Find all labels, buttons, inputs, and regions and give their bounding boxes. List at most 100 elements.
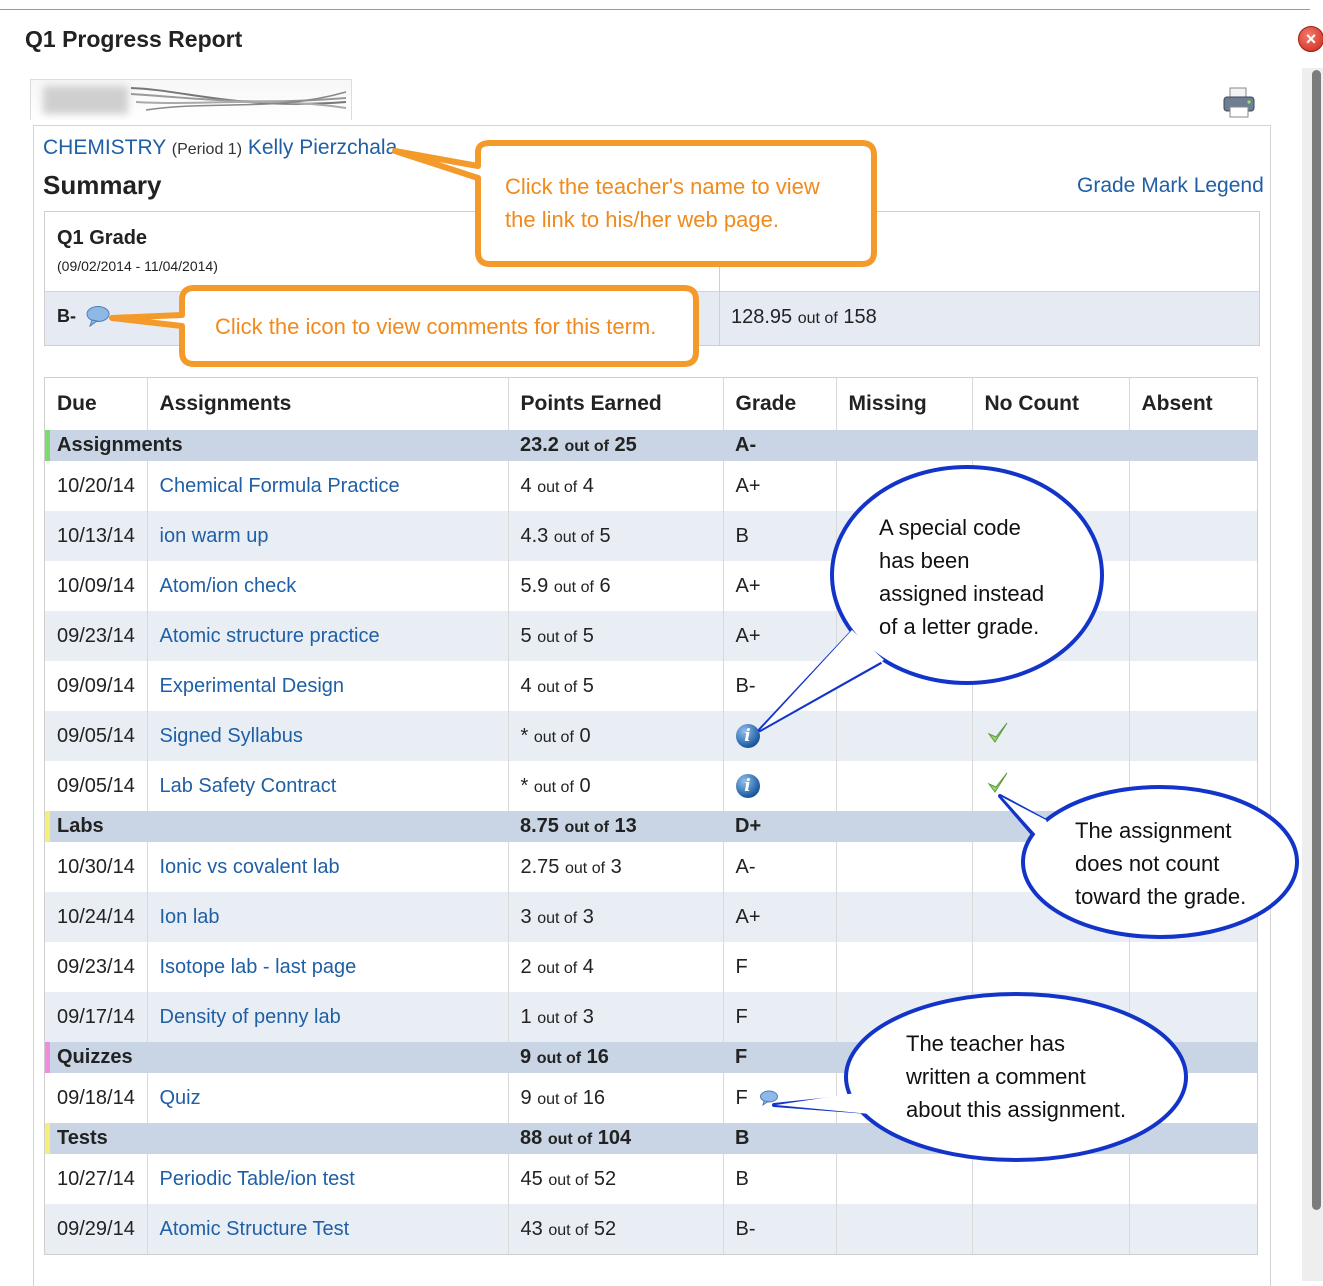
absent-cell bbox=[1129, 1154, 1257, 1204]
due-date: 10/27/14 bbox=[45, 1154, 148, 1204]
scrollbar-thumb[interactable] bbox=[1312, 70, 1321, 1210]
missing-cell bbox=[836, 461, 973, 511]
callout-comment-text: The teacher has written a comment about … bbox=[906, 1027, 1126, 1126]
assignment-link[interactable]: Density of penny lab bbox=[160, 1006, 341, 1028]
comment-bubble-icon[interactable] bbox=[85, 305, 111, 327]
callout-line: does not count bbox=[1075, 851, 1220, 876]
absent-cell bbox=[1129, 561, 1257, 611]
callout-line: about this assignment. bbox=[906, 1097, 1127, 1122]
assignment-link[interactable]: Isotope lab - last page bbox=[160, 956, 357, 978]
table-row: 09/29/14 Atomic Structure Test 43 out of… bbox=[45, 1204, 1257, 1254]
table-row: 09/23/14 Atomic structure practice 5 out… bbox=[45, 611, 1257, 661]
grade-mark-legend-link[interactable]: Grade Mark Legend bbox=[1077, 174, 1264, 198]
grade-cell: i bbox=[723, 761, 837, 811]
out-of-label: out of bbox=[565, 859, 606, 877]
points-earned: 3 bbox=[520, 905, 532, 928]
out-of-label: out of bbox=[547, 1131, 593, 1148]
category-name: Assignments bbox=[57, 434, 183, 456]
assignment-link[interactable]: Ionic vs covalent lab bbox=[160, 856, 340, 878]
due-date: 09/09/14 bbox=[45, 661, 148, 711]
callout-teacher-text: Click the teacher's name to view the lin… bbox=[505, 170, 820, 236]
missing-cell bbox=[836, 711, 973, 761]
points-earned: 5 bbox=[520, 624, 532, 647]
points-possible: 3 bbox=[610, 855, 622, 878]
assignment-link[interactable]: Ion lab bbox=[160, 906, 220, 928]
teacher-link[interactable]: Kelly Pierzchala bbox=[248, 136, 397, 159]
missing-cell bbox=[836, 942, 973, 992]
info-icon[interactable]: i bbox=[735, 724, 760, 748]
category-possible: 13 bbox=[614, 815, 637, 837]
column-header[interactable]: Absent bbox=[1129, 378, 1257, 430]
callout-line: has been bbox=[879, 548, 970, 573]
due-date: 09/29/14 bbox=[45, 1204, 148, 1254]
column-header[interactable]: Missing bbox=[836, 378, 973, 430]
out-of-label: out of bbox=[537, 1090, 578, 1108]
assignment-link[interactable]: Atom/ion check bbox=[160, 575, 297, 597]
absent-cell bbox=[1129, 511, 1257, 561]
category-color-bar bbox=[45, 1042, 50, 1073]
info-icon[interactable]: i bbox=[735, 774, 760, 798]
grade-cell: B- bbox=[723, 1204, 837, 1254]
assignment-link[interactable]: Periodic Table/ion test bbox=[160, 1168, 355, 1190]
callout-line: the link to his/her web page. bbox=[505, 207, 779, 232]
table-row: 09/09/14 Experimental Design 4 out of 5 … bbox=[45, 661, 1257, 711]
out-of-label: out of bbox=[536, 1050, 582, 1067]
points-possible: 5 bbox=[582, 674, 594, 697]
category-earned: 8.75 bbox=[520, 815, 559, 837]
column-header[interactable]: Points Earned bbox=[508, 378, 724, 430]
due-date: 10/13/14 bbox=[45, 511, 148, 561]
absent-cell bbox=[1129, 761, 1257, 811]
points-possible: 5 bbox=[599, 524, 611, 547]
student-tab[interactable] bbox=[30, 79, 352, 120]
points-earned: * bbox=[520, 774, 529, 797]
grade-cell: A+ bbox=[723, 561, 837, 611]
assignment-link[interactable]: Lab Safety Contract bbox=[160, 775, 337, 797]
callout-line: The assignment bbox=[1075, 818, 1232, 843]
assignment-link[interactable]: Atomic Structure Test bbox=[160, 1218, 350, 1240]
out-of-label: out of bbox=[548, 1171, 589, 1189]
category-earned: 88 bbox=[520, 1127, 543, 1149]
out-of-label: out of bbox=[564, 819, 609, 836]
page-title: Q1 Progress Report bbox=[25, 26, 243, 52]
comment-bubble-icon[interactable] bbox=[759, 1090, 779, 1107]
assignment-link[interactable]: Experimental Design bbox=[160, 675, 345, 697]
out-of-label: out of bbox=[564, 438, 609, 455]
column-header[interactable]: Due bbox=[45, 378, 148, 430]
grade-cell: F bbox=[723, 1073, 837, 1123]
printer-icon[interactable] bbox=[1222, 86, 1258, 120]
out-of-label: out of bbox=[553, 528, 594, 546]
due-date: 09/05/14 bbox=[45, 761, 148, 811]
assignment-link[interactable]: Atomic structure practice bbox=[160, 625, 380, 647]
assignment-link[interactable]: Chemical Formula Practice bbox=[160, 475, 400, 497]
category-row: Assignments 23.2 out of 25 A- bbox=[45, 430, 1257, 461]
summary-heading: Summary bbox=[43, 170, 162, 200]
category-earned: 23.2 bbox=[520, 434, 559, 456]
due-date: 09/17/14 bbox=[45, 992, 148, 1042]
term-points-of: out of bbox=[797, 310, 838, 327]
close-icon[interactable]: × bbox=[1298, 26, 1323, 52]
grade-cell: A+ bbox=[723, 461, 837, 511]
table-row: 09/23/14 Isotope lab - last page 2 out o… bbox=[45, 942, 1257, 992]
missing-cell bbox=[836, 842, 973, 892]
column-header[interactable]: No Count bbox=[972, 378, 1130, 430]
no-count-cell bbox=[972, 711, 1130, 761]
assignment-link[interactable]: Signed Syllabus bbox=[160, 725, 303, 747]
points-earned: 2 bbox=[520, 955, 532, 978]
grade-cell: B bbox=[723, 511, 837, 561]
out-of-label: out of bbox=[533, 728, 574, 746]
callout-no-count-text: The assignment does not count toward the… bbox=[1075, 814, 1246, 913]
term-label: Q1 Grade bbox=[57, 227, 148, 249]
absent-cell bbox=[1129, 992, 1257, 1042]
column-header[interactable]: Grade bbox=[723, 378, 837, 430]
out-of-label: out of bbox=[537, 678, 578, 696]
assignment-link[interactable]: ion warm up bbox=[160, 525, 269, 547]
grade-cell: F bbox=[723, 942, 837, 992]
points-possible: 6 bbox=[599, 574, 611, 597]
due-date: 09/05/14 bbox=[45, 711, 148, 761]
term-points: 128.95 out of 158 bbox=[731, 306, 877, 329]
points-possible: 3 bbox=[582, 905, 594, 928]
column-header[interactable]: Assignments bbox=[147, 378, 509, 430]
points-earned: 9 bbox=[520, 1086, 532, 1109]
table-row: 09/05/14 Signed Syllabus * out of 0 i bbox=[45, 711, 1257, 761]
assignment-link[interactable]: Quiz bbox=[160, 1087, 201, 1109]
